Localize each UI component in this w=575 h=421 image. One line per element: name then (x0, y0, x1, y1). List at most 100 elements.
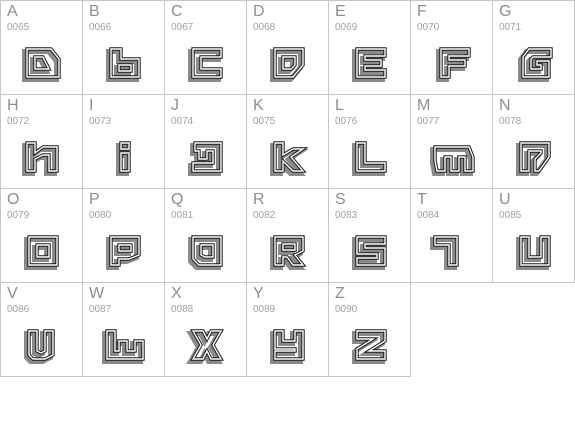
glyph-code: 0070 (417, 22, 440, 33)
glyph-letter: E (335, 3, 346, 20)
glyph-cell-c: C 0067 (164, 0, 247, 95)
glyph-code: 0089 (253, 304, 276, 315)
glyph-code: 0080 (89, 210, 112, 221)
glyph-letter: C (171, 3, 183, 20)
glyph-letter: P (89, 191, 100, 208)
glyph-sample-j (188, 141, 223, 176)
glyph-cell-e: E 0069 (328, 0, 411, 95)
glyph-cell-j: J 0074 (164, 94, 247, 189)
glyph-code: 0086 (7, 304, 30, 315)
glyph-code: 0067 (171, 22, 194, 33)
glyph-cell-q: Q 0081 (164, 188, 247, 283)
glyph-sample-b (106, 47, 141, 82)
glyph-code: 0078 (499, 116, 522, 127)
glyph-letter: I (89, 97, 94, 114)
glyph-cell-h: H 0072 (0, 94, 83, 189)
glyph-letter: O (7, 191, 20, 208)
glyph-sample-a (22, 47, 61, 82)
glyph-sample-q (188, 235, 223, 270)
glyph-cell-b: B 0066 (82, 0, 165, 95)
glyph-sample-n (516, 141, 551, 176)
glyph-code: 0074 (171, 116, 194, 127)
glyph-sample-m (430, 145, 475, 176)
glyph-cell-d: D 0068 (246, 0, 329, 95)
glyph-sample-g (518, 47, 553, 82)
glyph-cell-u: U 0085 (492, 188, 575, 283)
glyph-letter: L (335, 97, 344, 114)
glyph-code: 0082 (253, 210, 276, 221)
glyph-code: 0068 (253, 22, 276, 33)
glyph-grid: A 0065 B 0066 C 0067 D 0068 E 0069 F 0070 G 0071 H 0072… (0, 0, 575, 421)
glyph-sample-e (352, 47, 387, 82)
glyph-cell-z: Z 0090 (328, 282, 411, 377)
glyph-code: 0072 (7, 116, 30, 127)
glyph-cell-v: V 0086 (0, 282, 83, 377)
glyph-cell-r: R 0082 (246, 188, 329, 283)
glyph-letter: K (253, 97, 264, 114)
glyph-code: 0066 (89, 22, 112, 33)
glyph-cell-a: A 0065 (0, 0, 83, 95)
glyph-cell-g: G 0071 (492, 0, 575, 95)
glyph-sample-w (102, 329, 145, 364)
glyph-letter: S (335, 191, 346, 208)
glyph-code: 0077 (417, 116, 440, 127)
glyph-sample-t (430, 235, 459, 270)
glyph-sample-y (270, 329, 305, 364)
glyph-letter: Q (171, 191, 184, 208)
glyph-letter: T (417, 191, 427, 208)
glyph-letter: W (89, 285, 105, 302)
glyph-sample-v (24, 329, 55, 364)
glyph-cell-k: K 0075 (246, 94, 329, 189)
glyph-cell-w: W 0087 (82, 282, 165, 377)
glyph-sample-p (106, 235, 141, 270)
glyph-sample-r (270, 235, 307, 270)
glyph-cell-p: P 0080 (82, 188, 165, 283)
glyph-code: 0075 (253, 116, 276, 127)
glyph-letter: Y (253, 285, 264, 302)
glyph-letter: G (499, 3, 512, 20)
glyph-sample-z (352, 329, 387, 364)
glyph-code: 0081 (171, 210, 194, 221)
glyph-cell-m: M 0077 (410, 94, 493, 189)
glyph-code: 0071 (499, 22, 522, 33)
glyph-sample-i (116, 141, 131, 176)
glyph-cell-y: Y 0089 (246, 282, 329, 377)
glyph-letter: H (7, 97, 19, 114)
glyph-sample-k (270, 141, 309, 176)
glyph-sample-h (22, 141, 59, 176)
glyph-letter: V (7, 285, 18, 302)
glyph-letter: Z (335, 285, 345, 302)
glyph-cell-s: S 0083 (328, 188, 411, 283)
glyph-letter: U (499, 191, 511, 208)
glyph-sample-l (352, 141, 387, 176)
glyph-code: 0073 (89, 116, 112, 127)
glyph-letter: X (171, 285, 182, 302)
glyph-code: 0087 (89, 304, 112, 315)
glyph-letter: F (417, 3, 427, 20)
glyph-code: 0065 (7, 22, 30, 33)
glyph-code: 0084 (417, 210, 440, 221)
glyph-code: 0083 (335, 210, 358, 221)
glyph-code: 0090 (335, 304, 358, 315)
glyph-code: 0069 (335, 22, 358, 33)
glyph-letter: A (7, 3, 18, 20)
glyph-cell-x: X 0088 (164, 282, 247, 377)
glyph-code: 0079 (7, 210, 30, 221)
glyph-letter: R (253, 191, 265, 208)
glyph-letter: D (253, 3, 265, 20)
glyph-letter: J (171, 97, 179, 114)
glyph-sample-f (436, 47, 471, 82)
glyph-cell-o: O 0079 (0, 188, 83, 283)
glyph-code: 0085 (499, 210, 522, 221)
glyph-code: 0076 (335, 116, 358, 127)
glyph-sample-x (186, 329, 224, 364)
glyph-sample-o (24, 235, 59, 270)
glyph-letter: B (89, 3, 100, 20)
glyph-sample-c (188, 47, 223, 82)
glyph-letter: M (417, 97, 431, 114)
glyph-sample-d (270, 47, 305, 82)
glyph-cell-n: N 0078 (492, 94, 575, 189)
glyph-sample-u (516, 235, 551, 270)
glyph-sample-s (352, 235, 387, 270)
glyph-letter: N (499, 97, 511, 114)
